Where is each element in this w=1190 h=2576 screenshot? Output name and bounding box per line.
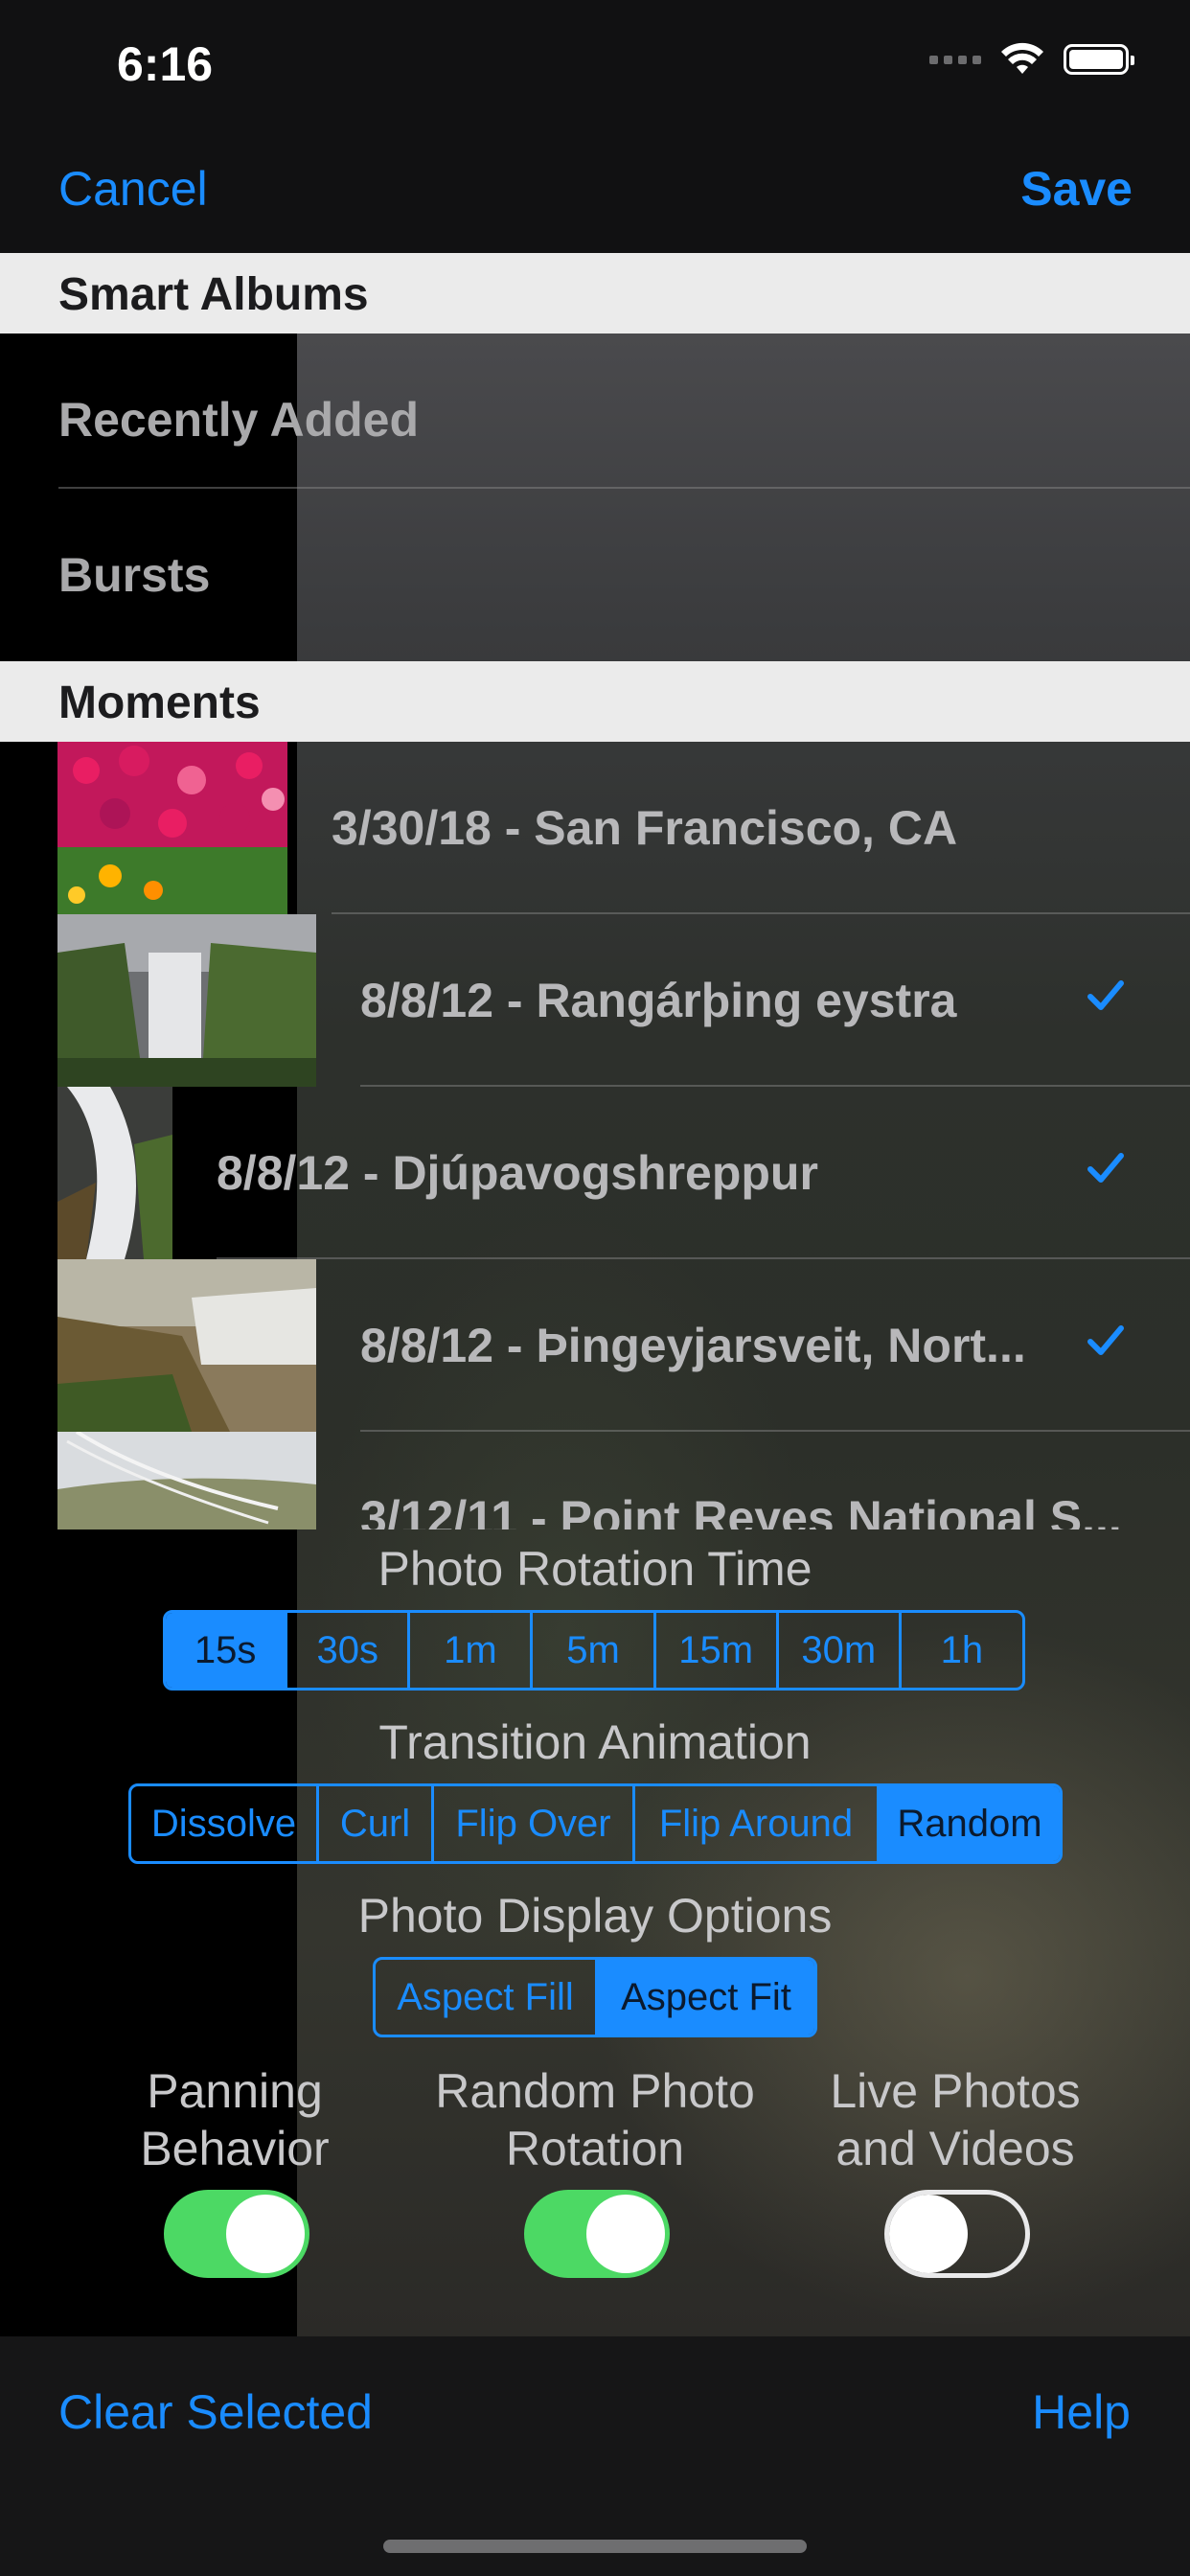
moment-label: 3/12/11 - Point Reyes National S... [360, 1491, 1122, 1530]
live-photos-label-line2: and Videos [835, 2122, 1075, 2175]
moment-label: 8/8/12 - Þingeyjarsveit, Nort... [360, 1319, 1026, 1372]
checkmark-icon [1087, 1153, 1124, 1183]
album-row-recently-added[interactable]: Recently Added [0, 334, 1190, 506]
display-options-control: Aspect Fill Aspect Fit [373, 1957, 817, 2037]
moment-row[interactable]: 3/30/18 - San Francisco, CA [0, 742, 1190, 914]
segment-1m[interactable]: 1m [410, 1613, 534, 1688]
segment-dissolve[interactable]: Dissolve [131, 1786, 319, 1861]
moment-row[interactable]: 8/8/12 - Djúpavogshreppur [0, 1087, 1190, 1259]
live-photos-label: Live Photos and Videos [764, 2062, 1147, 2177]
save-button[interactable]: Save [1020, 161, 1133, 217]
battery-icon [1064, 44, 1134, 75]
cancel-button[interactable]: Cancel [58, 161, 208, 217]
segment-30s[interactable]: 30s [287, 1613, 411, 1688]
help-button[interactable]: Help [1032, 2384, 1131, 2440]
segment-aspect-fill[interactable]: Aspect Fill [376, 1960, 598, 2035]
live-photos-label-line1: Live Photos [830, 2064, 1081, 2118]
moment-label: 8/8/12 - Rangárþing eystra [360, 974, 957, 1027]
panning-label-line1: Panning [147, 2064, 323, 2118]
album-label: Recently Added [58, 393, 420, 447]
moment-row[interactable]: 3/12/11 - Point Reyes National S... [0, 1432, 1190, 1530]
wifi-icon [1001, 42, 1043, 74]
moment-thumbnail [57, 1087, 172, 1259]
segment-5m[interactable]: 5m [533, 1613, 656, 1688]
album-label: Bursts [58, 548, 211, 602]
moment-thumbnail [57, 742, 287, 914]
clear-selected-button[interactable]: Clear Selected [58, 2384, 373, 2440]
cellular-signal-icon [929, 55, 981, 64]
panning-label: Panning Behavior [43, 2062, 426, 2177]
segment-flip-over[interactable]: Flip Over [434, 1786, 635, 1861]
home-indicator [383, 2540, 807, 2553]
panning-label-line2: Behavior [140, 2122, 330, 2175]
moment-thumbnail [57, 1259, 316, 1432]
segment-1h[interactable]: 1h [902, 1613, 1022, 1688]
segment-curl[interactable]: Curl [319, 1786, 434, 1861]
moment-thumbnail [57, 914, 316, 1087]
status-time: 6:16 [117, 37, 214, 91]
transition-control: Dissolve Curl Flip Over Flip Around Rand… [128, 1783, 1063, 1864]
live-photos-toggle[interactable] [884, 2190, 1030, 2278]
rotation-time-title: Photo Rotation Time [378, 1542, 812, 1596]
album-row-bursts[interactable]: Bursts [0, 489, 1190, 661]
segment-15m[interactable]: 15m [656, 1613, 779, 1688]
moment-thumbnail [57, 1432, 316, 1530]
moment-label: 8/8/12 - Djúpavogshreppur [217, 1146, 818, 1200]
display-options-title: Photo Display Options [357, 1889, 833, 1943]
rotation-time-control: 15s 30s 1m 5m 15m 30m 1h [163, 1610, 1025, 1690]
moments-header: Moments [0, 661, 1190, 742]
random-rotation-toggle[interactable] [524, 2190, 670, 2278]
moment-row[interactable]: 8/8/12 - Þingeyjarsveit, Nort... [0, 1259, 1190, 1432]
moment-label: 3/30/18 - San Francisco, CA [332, 801, 958, 855]
segment-30m[interactable]: 30m [779, 1613, 902, 1688]
smart-albums-header: Smart Albums [0, 253, 1190, 334]
checkmark-icon [1087, 980, 1124, 1010]
transition-title: Transition Animation [378, 1715, 812, 1769]
segment-aspect-fit[interactable]: Aspect Fit [598, 1960, 814, 2035]
segment-random[interactable]: Random [880, 1786, 1060, 1861]
random-rotation-label: Random Photo Rotation [403, 2062, 787, 2177]
random-rotation-label-line2: Rotation [505, 2122, 685, 2175]
moment-row[interactable]: 8/8/12 - Rangárþing eystra [0, 914, 1190, 1087]
panning-toggle[interactable] [164, 2190, 309, 2278]
checkmark-icon [1087, 1325, 1124, 1355]
random-rotation-label-line1: Random Photo [435, 2064, 755, 2118]
status-icons [929, 42, 1134, 77]
segment-15s[interactable]: 15s [166, 1613, 288, 1688]
segment-flip-around[interactable]: Flip Around [635, 1786, 880, 1861]
